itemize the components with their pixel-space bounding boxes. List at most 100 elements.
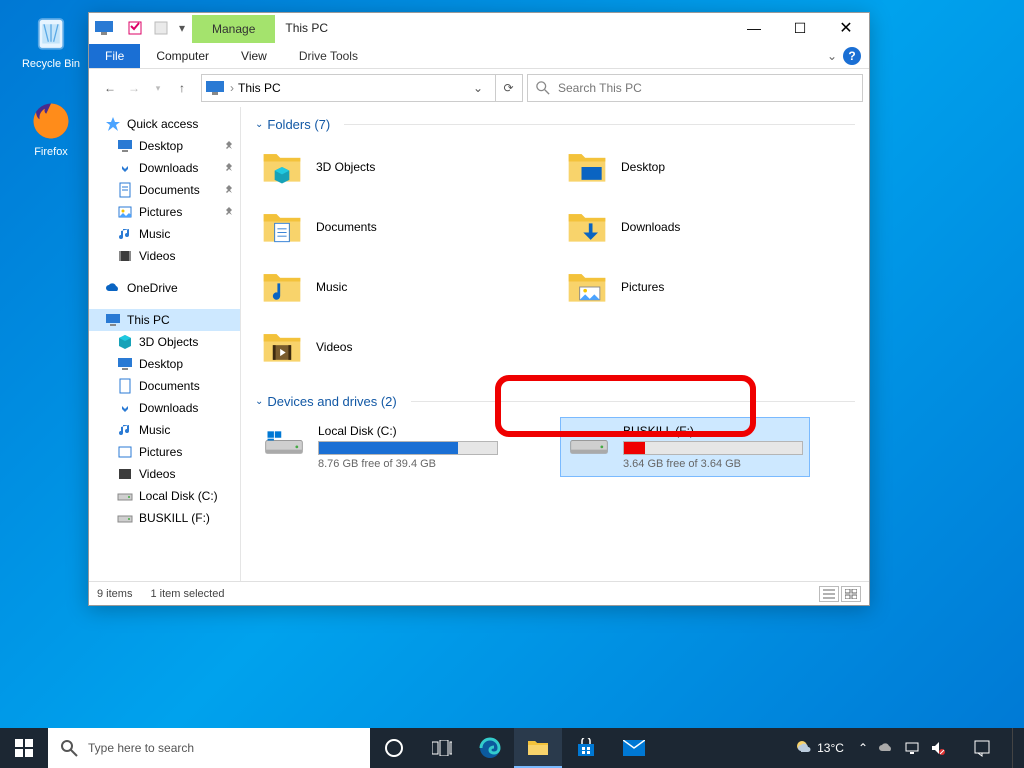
- desktop-icon-recycle-bin[interactable]: Recycle Bin: [14, 12, 88, 70]
- ribbon-tab-computer[interactable]: Computer: [140, 44, 225, 68]
- address-dropdown-icon[interactable]: ⌄: [473, 81, 491, 95]
- nav-pc-buskill[interactable]: BUSKILL (F:): [89, 507, 240, 529]
- drive-buskill-f[interactable]: BUSKILL (F:) 3.64 GB free of 3.64 GB: [560, 417, 810, 477]
- task-explorer-icon[interactable]: [514, 728, 562, 768]
- qat-new-folder-icon[interactable]: [149, 16, 173, 40]
- breadcrumb-chevron-icon[interactable]: ›: [230, 81, 234, 95]
- weather-icon: [795, 739, 813, 757]
- drive-local-disk-c[interactable]: Local Disk (C:) 8.76 GB free of 39.4 GB: [255, 417, 505, 477]
- ribbon-tab-drive-tools[interactable]: Drive Tools: [283, 44, 374, 68]
- folder-icon: [565, 205, 609, 249]
- folder-icon: [565, 265, 609, 309]
- nav-pc-videos[interactable]: Videos: [89, 463, 240, 485]
- windows-icon: [15, 739, 33, 757]
- music-icon: [117, 226, 133, 242]
- ribbon-tabs: File Computer View Drive Tools ⌄ ?: [89, 43, 869, 69]
- desktop-icon-label: Recycle Bin: [14, 58, 88, 70]
- tray-onedrive-icon[interactable]: [878, 740, 894, 756]
- task-edge-icon[interactable]: [466, 728, 514, 768]
- nav-pc-pictures[interactable]: Pictures: [89, 441, 240, 463]
- cloud-icon: [105, 280, 121, 296]
- task-store-icon[interactable]: [562, 728, 610, 768]
- qat-properties-icon[interactable]: [123, 16, 147, 40]
- folder-desktop[interactable]: Desktop: [560, 140, 810, 194]
- nav-qa-downloads[interactable]: Downloads: [89, 157, 240, 179]
- nav-pc-local-disk[interactable]: Local Disk (C:): [89, 485, 240, 507]
- search-input[interactable]: Search This PC: [527, 74, 863, 102]
- refresh-button[interactable]: ⟳: [495, 74, 523, 102]
- folder-videos[interactable]: Videos: [255, 320, 505, 374]
- minimize-button[interactable]: —: [731, 13, 777, 43]
- nav-pc-downloads[interactable]: Downloads: [89, 397, 240, 419]
- nav-pc-desktop[interactable]: Desktop: [89, 353, 240, 375]
- address-bar[interactable]: › This PC ⌄: [201, 74, 496, 102]
- firefox-icon: [30, 100, 72, 142]
- tray-notifications-icon[interactable]: [960, 728, 1004, 768]
- nav-recent-dropdown[interactable]: ▾: [147, 77, 169, 99]
- nav-address-bar: ← → ▾ ↑ › This PC ⌄ ⟳ Search This PC: [89, 69, 869, 107]
- folder-music[interactable]: Music: [255, 260, 505, 314]
- folder-3d-objects[interactable]: 3D Objects: [255, 140, 505, 194]
- pin-icon: [224, 141, 234, 151]
- show-desktop-button[interactable]: [1012, 728, 1018, 768]
- task-taskview-icon[interactable]: [418, 728, 466, 768]
- video-icon: [117, 248, 133, 264]
- nav-this-pc[interactable]: This PC: [89, 309, 240, 331]
- tray-chevron-icon[interactable]: ⌃: [858, 741, 868, 755]
- ribbon-tab-view[interactable]: View: [225, 44, 283, 68]
- ribbon-context-manage[interactable]: Manage: [192, 15, 275, 43]
- nav-up-button[interactable]: ↑: [171, 77, 193, 99]
- task-cortana-icon[interactable]: [370, 728, 418, 768]
- view-tiles-button[interactable]: [841, 586, 861, 602]
- folder-icon: [260, 265, 304, 309]
- folder-downloads[interactable]: Downloads: [560, 200, 810, 254]
- chevron-down-icon: ⌄: [255, 119, 263, 130]
- drive-name: Local Disk (C:): [318, 424, 498, 438]
- window-title: This PC: [275, 13, 338, 43]
- folder-icon: [565, 145, 609, 189]
- pin-icon: [224, 185, 234, 195]
- picture-icon: [117, 444, 133, 460]
- nav-back-button[interactable]: ←: [99, 77, 121, 99]
- qat-this-pc-icon[interactable]: [92, 16, 116, 40]
- tray-network-icon[interactable]: [904, 740, 920, 756]
- section-folders-header[interactable]: ⌄Folders (7): [255, 115, 855, 140]
- close-button[interactable]: ✕: [823, 13, 869, 43]
- nav-pc-music[interactable]: Music: [89, 419, 240, 441]
- download-icon: [117, 400, 133, 416]
- tray-volume-icon[interactable]: [930, 740, 946, 756]
- help-icon[interactable]: ?: [843, 47, 861, 65]
- tray-weather[interactable]: 13°C: [795, 739, 844, 757]
- desktop-icon-firefox[interactable]: Firefox: [14, 100, 88, 158]
- document-icon: [117, 182, 133, 198]
- maximize-button[interactable]: ☐: [777, 13, 823, 43]
- folder-pictures[interactable]: Pictures: [560, 260, 810, 314]
- nav-qa-desktop[interactable]: Desktop: [89, 135, 240, 157]
- drive-usage-bar: [623, 441, 803, 455]
- nav-quick-access[interactable]: Quick access: [89, 113, 240, 135]
- drive-free-text: 8.76 GB free of 39.4 GB: [318, 458, 498, 470]
- nav-pc-3dobjects[interactable]: 3D Objects: [89, 331, 240, 353]
- nav-qa-documents[interactable]: Documents: [89, 179, 240, 201]
- nav-onedrive[interactable]: OneDrive: [89, 277, 240, 299]
- monitor-icon: [105, 312, 121, 328]
- nav-qa-pictures[interactable]: Pictures: [89, 201, 240, 223]
- folder-documents[interactable]: Documents: [255, 200, 505, 254]
- task-mail-icon[interactable]: [610, 728, 658, 768]
- start-button[interactable]: [0, 728, 48, 768]
- nav-qa-videos[interactable]: Videos: [89, 245, 240, 267]
- content-pane: ⌄Folders (7) 3D Objects Desktop Document…: [241, 107, 869, 581]
- ribbon-tab-file[interactable]: File: [89, 44, 140, 68]
- nav-pc-documents[interactable]: Documents: [89, 375, 240, 397]
- drive-icon: [117, 488, 133, 504]
- qat-dropdown-icon[interactable]: ▾: [175, 16, 189, 40]
- taskbar-search[interactable]: Type here to search: [48, 728, 370, 768]
- ribbon-expand-icon[interactable]: ⌄: [827, 49, 837, 63]
- search-icon: [60, 739, 78, 757]
- section-drives-header[interactable]: ⌄Devices and drives (2): [255, 392, 855, 417]
- nav-qa-music[interactable]: Music: [89, 223, 240, 245]
- this-pc-icon: [206, 79, 224, 97]
- nav-forward-button[interactable]: →: [123, 77, 145, 99]
- view-details-button[interactable]: [819, 586, 839, 602]
- drive-icon: [117, 510, 133, 526]
